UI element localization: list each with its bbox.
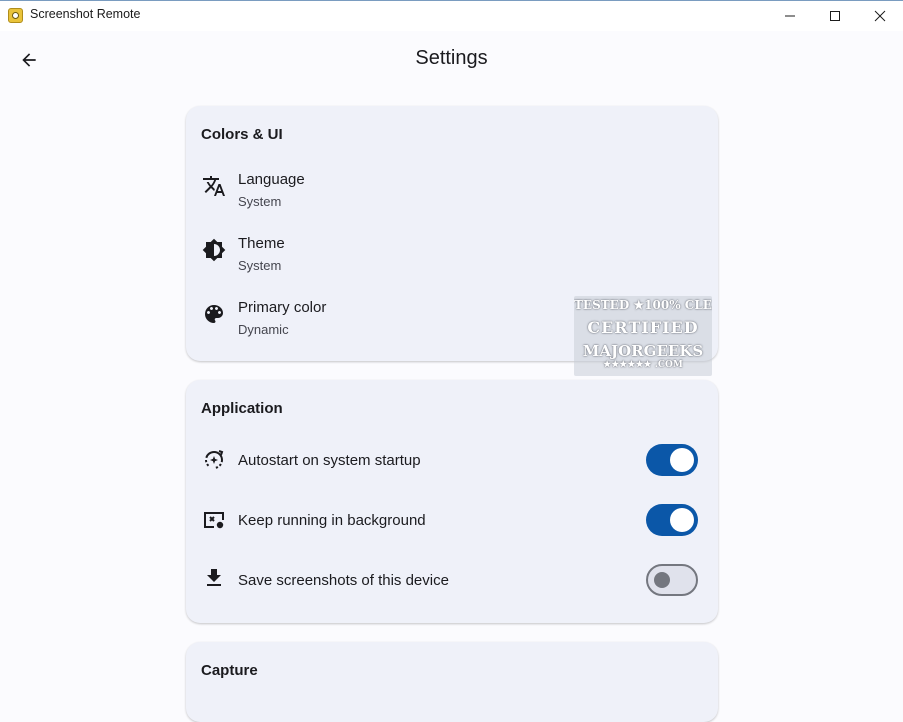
setting-keep-running[interactable]: Keep running in background [186,500,718,540]
autostart-toggle[interactable] [646,444,698,476]
setting-save-screenshots-title: Save screenshots of this device [238,572,449,589]
setting-primary-color-value: Dynamic [238,322,289,337]
close-icon [874,10,886,22]
section-heading-colors-ui: Colors & UI [201,126,283,143]
window-title: Screenshot Remote [30,7,141,21]
window-titlebar: Screenshot Remote [0,0,903,31]
toggle-knob [670,508,694,532]
translate-icon [203,176,225,196]
save-screenshots-toggle[interactable] [646,564,698,596]
watermark-line-2: CERTIFIED [587,318,699,337]
setting-theme-title: Theme [238,235,285,252]
maximize-icon [830,11,840,21]
brightness-icon [202,238,226,262]
app-icon [8,8,23,23]
maximize-button[interactable] [812,1,858,31]
setting-language[interactable]: Language System [186,166,718,226]
autostart-icon [205,450,224,469]
toggle-knob [670,448,694,472]
setting-keep-running-title: Keep running in background [238,512,426,529]
watermark-line-1: TESTED ★100% CLEAN [574,298,712,312]
setting-language-title: Language [238,171,305,188]
minimize-icon [785,15,795,17]
close-button[interactable] [857,1,903,31]
capture-card: Capture [186,642,718,722]
watermark-line-3: MAJORGEEKS [582,342,704,360]
toggle-knob [654,572,670,588]
download-icon [207,569,221,586]
palette-icon [205,305,223,323]
page-title: Settings [415,47,488,69]
keep-running-toggle[interactable] [646,504,698,536]
section-heading-capture: Capture [201,662,258,679]
setting-autostart[interactable]: Autostart on system startup [186,440,718,480]
section-heading-application: Application [201,400,283,417]
minimize-button[interactable] [767,1,813,31]
background-run-icon [204,512,224,529]
setting-primary-color-title: Primary color [238,299,327,316]
application-card: Application Autostart on system startup … [186,380,718,623]
watermark-stamp: TESTED ★100% CLEAN CERTIFIED MAJORGEEKS … [574,296,712,376]
setting-theme-value: System [238,258,282,273]
setting-theme[interactable]: Theme System [186,230,718,290]
setting-save-screenshots[interactable]: Save screenshots of this device [186,560,718,600]
watermark-line-4: ★★★★★★ .COM [603,360,683,370]
setting-language-value: System [238,194,282,209]
setting-autostart-title: Autostart on system startup [238,452,421,469]
